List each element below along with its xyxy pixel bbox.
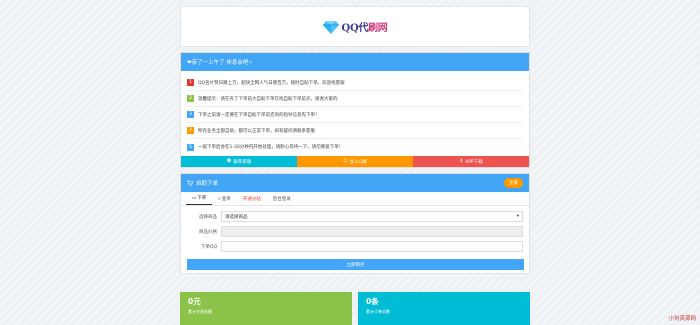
price-field xyxy=(221,226,523,237)
notice-text: 所有业务全部自助，都可以正常下单，如有疑问请联系客服 xyxy=(198,128,315,134)
notice-list: 1 QQ名片赞日赠上万，超快全网人气日赠百万，随时自助下单，欢迎找客服 2 温馨提示：… xyxy=(181,71,529,156)
contact-links: ☻ 联系客服 ☺ 加入Q群 ⬇ APP下载 xyxy=(181,156,529,167)
tab-2[interactable]: 开通分站 xyxy=(237,192,267,205)
chevron-down-icon: ▾ xyxy=(516,214,519,219)
notice-title: ❤亲了一上午了 休息会吧~ xyxy=(181,53,529,71)
notice-text: 下单之前请一定要在下单自助下单前咨询的指导信息先下单！ xyxy=(198,112,320,118)
notice-item: 1 QQ名片赞日赠上万，超快全网人气日赠百万，随时自助下单，欢迎找客服 xyxy=(187,75,523,91)
link-label: APP下载 xyxy=(465,159,483,165)
notice-item: 5 一般下单后会在1-30分钟内开始处理，请耐心等待一下，请勿重复下单！ xyxy=(187,139,523,155)
tab-label: 下单 xyxy=(197,196,207,201)
notice-text: 温馨提示：请在有了下单前大自助下单在找自助下单前买，谢谢大家的 xyxy=(198,96,338,102)
order-title: 自助下单 xyxy=(196,181,219,187)
notice-text: QQ名片赞日赠上万，超快全网人气日赠百万，随时自助下单，欢迎找客服 xyxy=(198,80,345,86)
product-select[interactable]: 请选择商品 ▾ xyxy=(221,211,523,222)
tab-1[interactable]: ⌕ 查单 xyxy=(212,192,237,205)
main-column: QQ代刷网 ❤亲了一上午了 休息会吧~ 1 QQ名片赞日赠上万，超快全网人气日赠百… xyxy=(180,6,530,274)
stat-card: 0元累计交易金额 xyxy=(180,292,352,325)
watermark: 小刘资源网 xyxy=(668,316,696,322)
stat-label: 累计订单总数 xyxy=(366,309,390,314)
qq-input[interactable] xyxy=(221,241,523,252)
stat-card: 0条累计订单总数 xyxy=(358,292,530,325)
notice-number-badge: 3 xyxy=(187,111,194,118)
user-icon: ☻ xyxy=(226,159,232,164)
product-select-value: 请选择商品 xyxy=(225,214,248,220)
tab-label: 查单 xyxy=(221,196,231,202)
notice-panel: ❤亲了一上午了 休息会吧~ 1 QQ名片赞日赠上万，超快全网人气日赠百万，随时自助… xyxy=(180,52,530,168)
logo-text: QQ代刷网 xyxy=(341,23,388,34)
notice-number-badge: 4 xyxy=(187,127,194,134)
cart-icon: ▭ xyxy=(192,195,197,201)
notice-number-badge: 1 xyxy=(187,79,194,86)
price-label: 商品价格 xyxy=(199,229,217,235)
submit-button[interactable]: 立即购买 xyxy=(187,259,524,270)
order-tabs: ▭ 下单 ⌕ 查单 开通分站 后台登录 xyxy=(181,192,529,206)
link-download-button[interactable]: ⬇ APP下载 xyxy=(413,156,529,167)
cart-icon xyxy=(187,180,193,186)
stat-value: 0条 xyxy=(366,297,379,306)
group-icon: ☺ xyxy=(343,159,348,164)
notice-number-badge: 2 xyxy=(187,95,194,102)
link-group-button[interactable]: ☺ 加入Q群 xyxy=(297,156,413,167)
search-icon: ⌕ xyxy=(218,196,221,202)
product-label: 选择商品 xyxy=(199,214,217,220)
diamond-icon xyxy=(322,20,339,34)
tab-3[interactable]: 后台登录 xyxy=(267,192,297,205)
notice-item: 2 温馨提示：请在有了下单前大自助下单在找自助下单前买，谢谢大家的 xyxy=(187,91,523,107)
notice-item: 4 所有业务全部自助，都可以正常下单，如有疑问请联系客服 xyxy=(187,123,523,139)
tab-0[interactable]: ▭ 下单 xyxy=(186,192,213,205)
order-header: 自助下单 注意 xyxy=(181,174,529,192)
stat-label: 累计交易金额 xyxy=(188,309,212,314)
notice-number-badge: 5 xyxy=(187,143,194,151)
download-icon: ⬇ xyxy=(459,159,464,164)
tab-label: 后台登录 xyxy=(272,196,291,202)
link-label: 联系客服 xyxy=(233,159,252,165)
stat-value: 0元 xyxy=(188,297,201,306)
site-logo[interactable]: QQ代刷网 xyxy=(180,6,530,47)
tab-label: 开通分站 xyxy=(242,196,261,202)
order-panel: 自助下单 注意 ▭ 下单 ⌕ 查单 开通分站 后台登录 选择商品 请选择商品 ▾ 商品价格… xyxy=(180,173,530,274)
stats-row: 0元 累计交易金额 0条 累计订单总数 xyxy=(180,292,530,325)
qq-label: 下单QQ xyxy=(200,244,217,250)
order-form: 选择商品 请选择商品 ▾ 商品价格 下单QQ xyxy=(181,206,529,257)
help-button[interactable]: 注意 xyxy=(504,178,523,188)
link-user-button[interactable]: ☻ 联系客服 xyxy=(181,156,297,167)
notice-text: 一般下单后会在1-30分钟内开始处理，请耐心等待一下，请勿重复下单！ xyxy=(198,145,344,150)
notice-item: 3 下单之前请一定要在下单自助下单前咨询的指导信息先下单！ xyxy=(187,107,523,123)
link-label: 加入Q群 xyxy=(349,159,367,165)
